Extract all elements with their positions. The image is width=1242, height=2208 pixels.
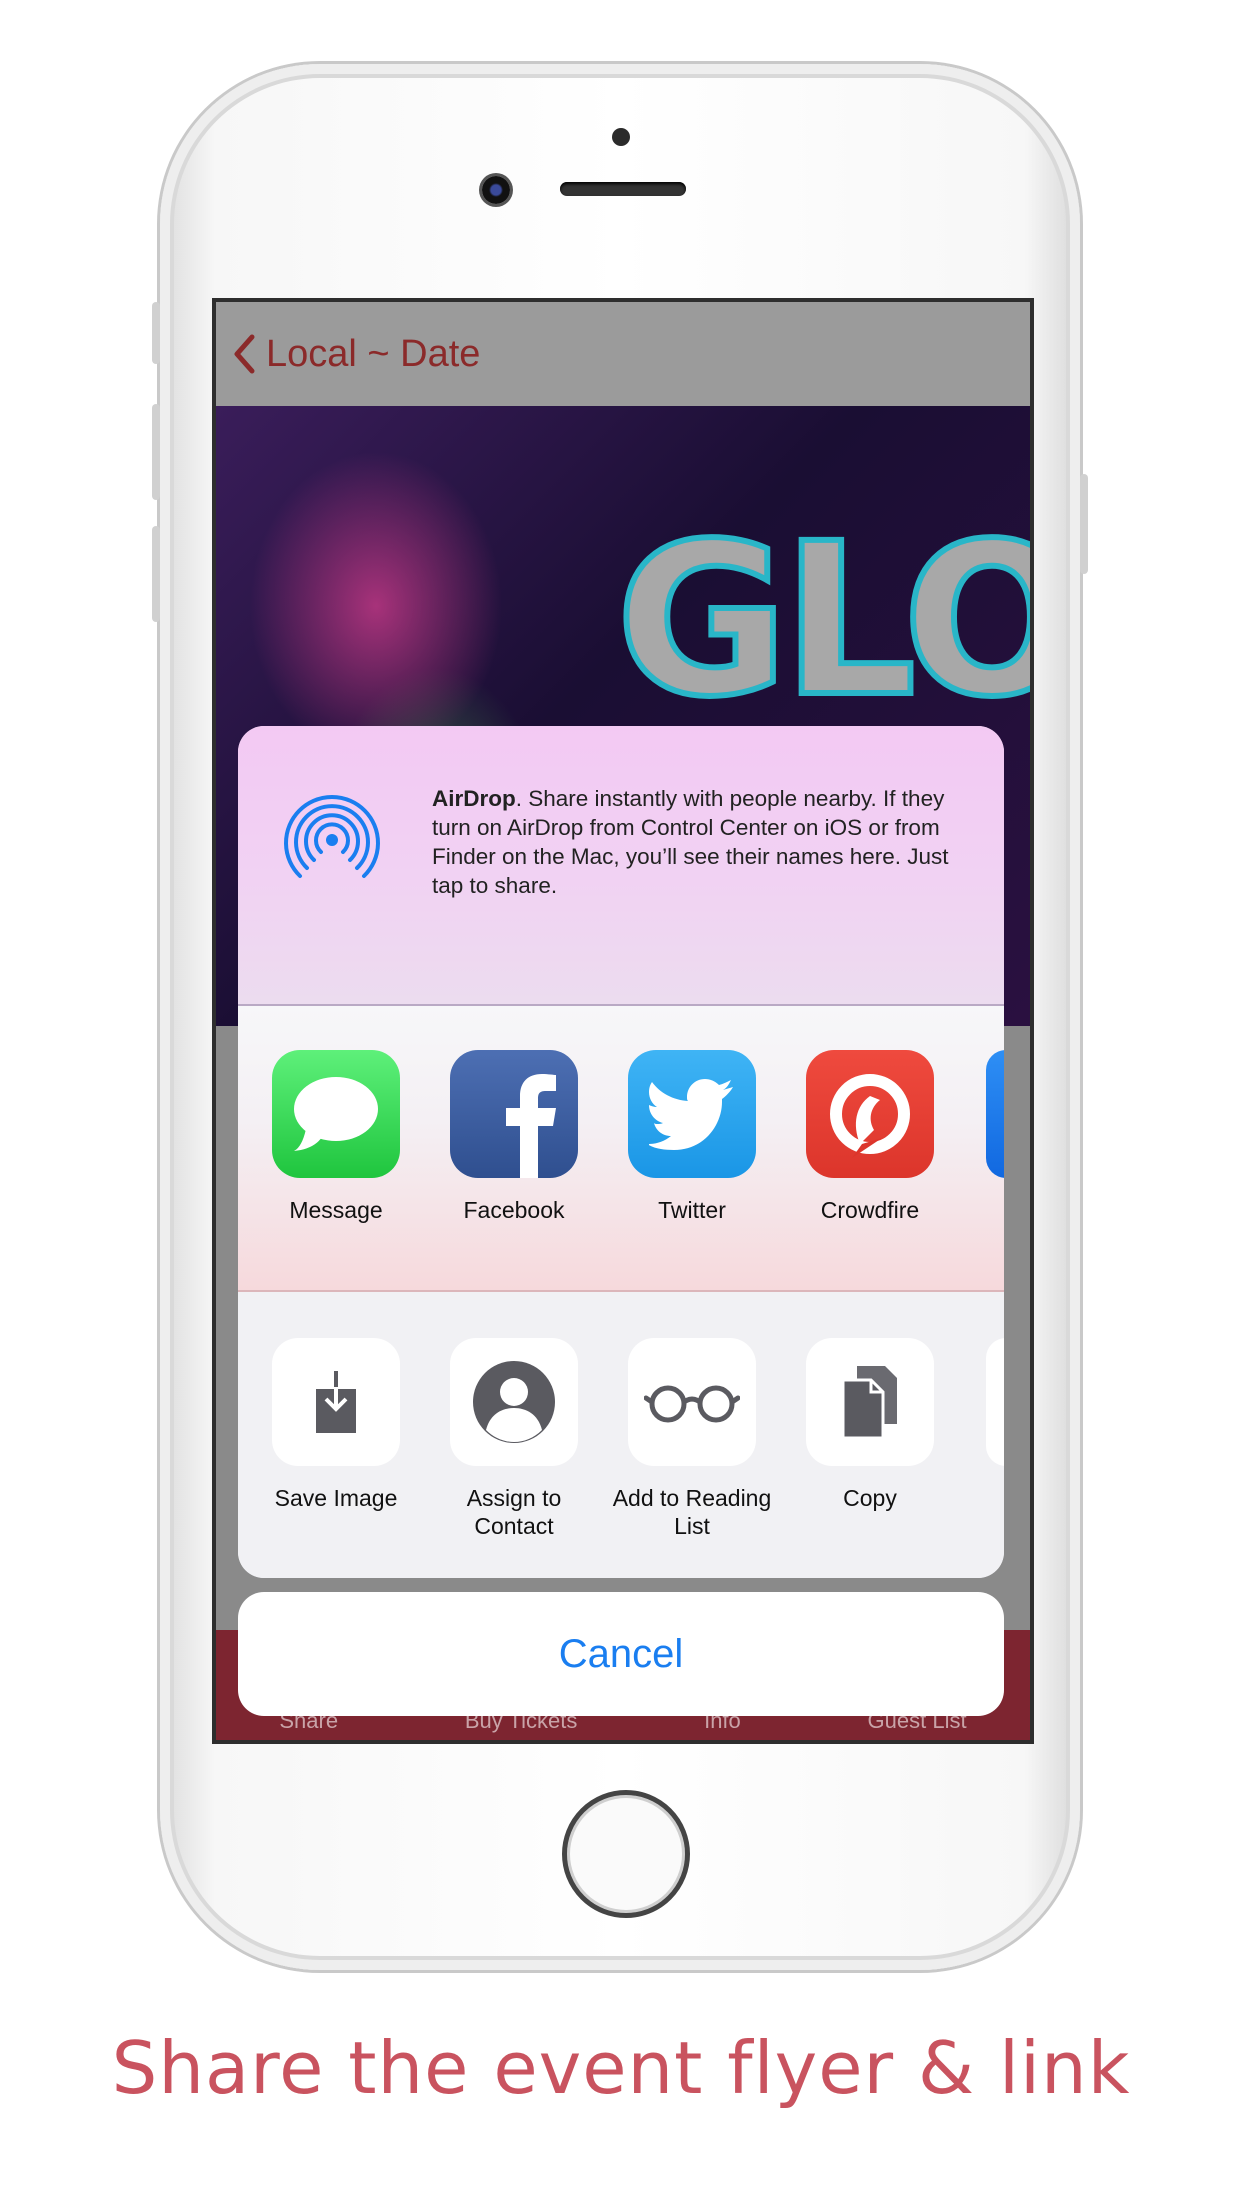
front-camera xyxy=(482,176,510,204)
chevron-left-icon xyxy=(234,334,255,374)
navigation-bar: Local ~ Date xyxy=(216,302,1030,406)
home-button[interactable] xyxy=(562,1790,690,1918)
share-app-label: Twitter xyxy=(658,1197,726,1223)
action-copy[interactable]: Copy xyxy=(780,1338,960,1512)
flyer-title: GLOW xyxy=(613,498,1030,743)
action-label: Add to Reading List xyxy=(612,1485,772,1539)
action-label: Save Image xyxy=(274,1485,398,1511)
volume-up-button xyxy=(152,404,160,500)
share-app-message[interactable]: Message xyxy=(246,1050,426,1224)
share-app-twitter[interactable]: Twitter xyxy=(602,1050,782,1224)
share-app-facebook[interactable]: Facebook xyxy=(424,1050,604,1224)
copy-icon xyxy=(806,1338,934,1466)
action-assign-to-contact[interactable]: Assign to Contact xyxy=(424,1338,604,1540)
earpiece-speaker xyxy=(560,182,686,196)
contact-icon xyxy=(450,1338,578,1466)
airdrop-icon[interactable] xyxy=(276,780,388,892)
share-sheet: AirDrop. Share instantly with people nea… xyxy=(238,726,1004,1578)
airdrop-section: AirDrop. Share instantly with people nea… xyxy=(238,726,1004,1006)
crowdfire-icon xyxy=(806,1050,934,1178)
save-image-icon xyxy=(272,1338,400,1466)
share-app-crowdfire[interactable]: Crowdfire xyxy=(780,1050,960,1224)
twitter-icon xyxy=(628,1050,756,1178)
message-icon xyxy=(272,1050,400,1178)
promo-headline: Share the event flyer & link xyxy=(111,2026,1131,2110)
action-save-image[interactable]: Save Image xyxy=(246,1338,426,1512)
more-actions-peek[interactable] xyxy=(986,1338,1004,1466)
mute-switch xyxy=(152,302,160,364)
reading-glasses-icon xyxy=(628,1338,756,1466)
back-button[interactable]: Local ~ Date xyxy=(232,333,480,376)
share-apps-row: Message Facebook Twitter Crowdfire xyxy=(238,1006,1004,1292)
airdrop-description: AirDrop. Share instantly with people nea… xyxy=(432,784,972,900)
back-label: Local ~ Date xyxy=(266,332,481,375)
power-button xyxy=(1080,474,1088,574)
volume-down-button xyxy=(152,526,160,622)
facebook-icon xyxy=(450,1050,578,1178)
proximity-sensor xyxy=(612,128,630,146)
share-app-label: Facebook xyxy=(463,1197,565,1223)
more-apps-peek[interactable] xyxy=(986,1050,1004,1178)
action-label: Copy xyxy=(843,1485,897,1511)
share-app-label: Crowdfire xyxy=(820,1197,920,1223)
share-app-label: Message xyxy=(289,1197,383,1223)
cancel-button[interactable]: Cancel xyxy=(238,1592,1004,1716)
share-actions-row: Save Image Assign to Contact Add to Read… xyxy=(238,1292,1004,1578)
airdrop-title: AirDrop xyxy=(432,786,516,811)
action-add-to-reading-list[interactable]: Add to Reading List xyxy=(602,1338,782,1540)
action-label: Assign to Contact xyxy=(466,1485,562,1539)
